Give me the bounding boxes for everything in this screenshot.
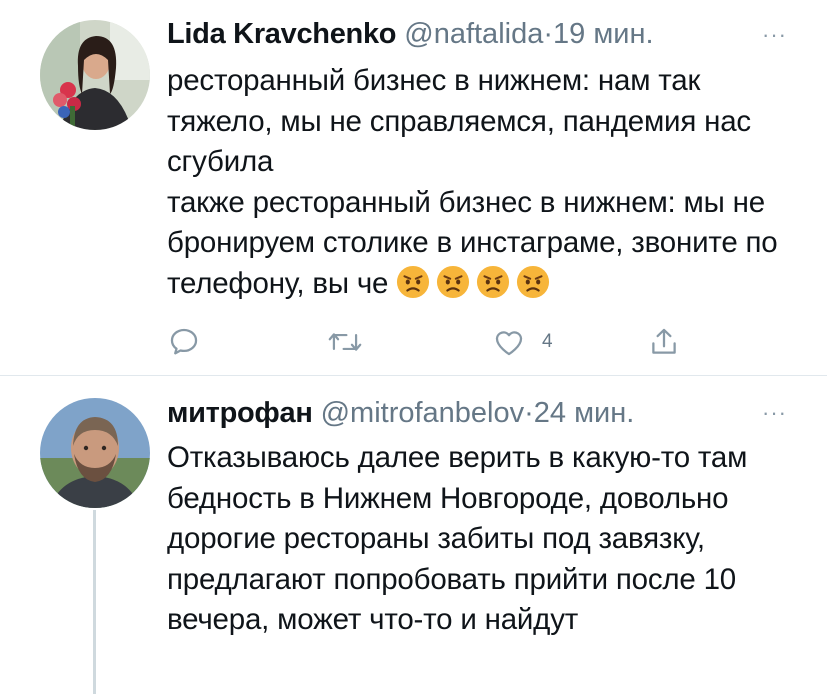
angry-face-icon bbox=[397, 265, 430, 299]
tweet-text: ресторанный бизнес в нижнем: нам так тяж… bbox=[167, 61, 797, 305]
angry-face-icon bbox=[517, 265, 550, 299]
separator: · bbox=[524, 397, 534, 429]
share-button[interactable] bbox=[647, 322, 681, 362]
retweet-button[interactable] bbox=[327, 322, 363, 362]
like-count: 4 bbox=[542, 331, 553, 352]
more-options-icon[interactable]: ··· bbox=[762, 400, 787, 426]
avatar-photo bbox=[40, 20, 150, 130]
angry-face-icon bbox=[437, 265, 470, 299]
like-button[interactable]: 4 bbox=[492, 322, 553, 362]
tweet[interactable]: митрофан @mitrofanbelov·24 мин. ··· Отка… bbox=[0, 376, 827, 694]
avatar[interactable] bbox=[40, 398, 150, 508]
display-name[interactable]: Lida Kravchenko bbox=[167, 18, 396, 50]
tweet-actions: 4 bbox=[167, 322, 687, 362]
avatar-photo bbox=[40, 398, 150, 508]
reply-button[interactable] bbox=[167, 322, 201, 362]
display-name[interactable]: митрофан bbox=[167, 397, 313, 429]
emoji-group bbox=[396, 265, 556, 300]
thread-line bbox=[93, 510, 96, 694]
tweet[interactable]: Lida Kravchenko @naftalida·19 мин. ··· р… bbox=[0, 0, 827, 375]
more-options-icon[interactable]: ··· bbox=[762, 22, 787, 48]
heart-icon bbox=[495, 331, 523, 356]
separator: · bbox=[543, 18, 554, 50]
user-handle[interactable]: @mitrofanbelov bbox=[321, 397, 525, 429]
tweet-header: митрофан @mitrofanbelov·24 мин. bbox=[167, 395, 634, 431]
reply-icon bbox=[170, 328, 198, 355]
timestamp[interactable]: 19 мин. bbox=[553, 18, 654, 50]
angry-face-icon bbox=[477, 265, 510, 299]
share-icon bbox=[652, 328, 676, 354]
tweet-header: Lida Kravchenko @naftalida·19 мин. bbox=[167, 16, 654, 52]
tweet-text: Отказываюсь далее верить в какую-то там … bbox=[167, 441, 756, 637]
user-handle[interactable]: @naftalida bbox=[404, 18, 543, 50]
retweet-icon bbox=[328, 333, 362, 351]
avatar[interactable] bbox=[40, 20, 150, 130]
timestamp[interactable]: 24 мин. bbox=[534, 397, 635, 429]
